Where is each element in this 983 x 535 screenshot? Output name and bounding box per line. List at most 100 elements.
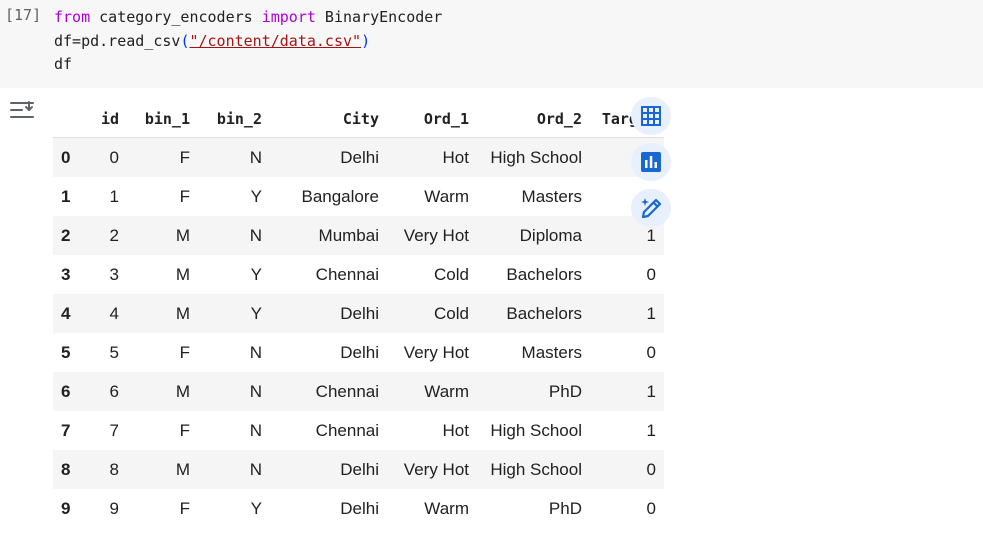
table-row: 6 6 M N Chennai Warm PhD 1 xyxy=(53,372,664,411)
table-row: 2 2 M N Mumbai Very Hot Diploma 1 xyxy=(53,216,664,255)
table-cell: 9 xyxy=(109,498,119,518)
row-index: 9 xyxy=(61,498,71,518)
row-index: 3 xyxy=(61,264,71,284)
table-cell: 0 xyxy=(91,137,125,177)
code-editor[interactable]: from category_encoders import BinaryEnco… xyxy=(54,6,442,77)
table-cell: M xyxy=(175,264,190,284)
table-cell: Masters xyxy=(521,186,582,206)
column-header[interactable]: bin_1 xyxy=(125,101,196,138)
row-index: 1 xyxy=(61,186,71,206)
table-row: 3 3 M Y Chennai Cold Bachelors 0 xyxy=(53,255,664,294)
table-cell: PhD xyxy=(471,372,588,411)
row-index: 6 xyxy=(53,372,91,411)
table-cell: M xyxy=(125,372,196,411)
column-header[interactable]: Ord_2 xyxy=(471,101,588,138)
code-line-1: from category_encoders import BinaryEnco… xyxy=(54,8,442,26)
column-header[interactable]: Ord_1 xyxy=(384,101,471,138)
table-cell: High School xyxy=(490,420,582,440)
table-cell: 1 xyxy=(109,186,119,206)
table-cell: Bachelors xyxy=(506,264,582,284)
table-cell: Warm xyxy=(424,498,469,518)
table-cell: 1 xyxy=(588,372,664,411)
table-cell: 8 xyxy=(91,450,125,489)
table-cell: Delhi xyxy=(340,342,379,362)
call-prefix: df=pd.read_csv xyxy=(54,31,181,50)
table-cell: N xyxy=(196,216,268,255)
table-cell: Y xyxy=(250,186,262,206)
table-cell: Masters xyxy=(521,342,582,362)
table-cell: M xyxy=(125,450,196,489)
magic-edit-icon xyxy=(641,198,662,219)
table-cell: 0 xyxy=(646,264,656,284)
table-cell: N xyxy=(196,372,268,411)
table-cell: Cold xyxy=(384,294,471,333)
table-cell: Y xyxy=(250,498,262,518)
table-row: 9 9 F Y Delhi Warm PhD 0 xyxy=(53,489,664,528)
table-cell: M xyxy=(125,216,196,255)
close-paren: ) xyxy=(361,31,371,50)
column-header[interactable]: bin_2 xyxy=(196,101,268,138)
table-row: 7 7 F N Chennai Hot High School 1 xyxy=(53,411,664,450)
table-cell: 3 xyxy=(109,264,119,284)
table-cell: 0 xyxy=(646,342,656,362)
row-index: 7 xyxy=(61,420,71,440)
table-cell: Cold xyxy=(434,264,469,284)
code-line-2: df=pd.read_csv("/content/data.csv") xyxy=(54,32,370,50)
table-row: 4 4 M Y Delhi Cold Bachelors 1 xyxy=(53,294,664,333)
table-cell: High School xyxy=(471,450,588,489)
table-cell: Delhi xyxy=(268,294,384,333)
row-index: 8 xyxy=(53,450,91,489)
table-cell: N xyxy=(249,342,262,362)
code-cell[interactable]: [17] from category_encoders import Binar… xyxy=(0,0,983,88)
suggest-chart-button[interactable] xyxy=(631,143,671,181)
table-cell: Delhi xyxy=(268,137,384,177)
row-index: 0 xyxy=(53,137,91,177)
table-cell: 1 xyxy=(588,294,664,333)
table-row: 8 8 M N Delhi Very Hot High School 0 xyxy=(53,450,664,489)
column-header[interactable]: id xyxy=(91,101,125,138)
table-cell: High School xyxy=(471,137,588,177)
interactive-table-button[interactable] xyxy=(631,97,671,135)
table-cell: Very Hot xyxy=(384,450,471,489)
table-cell: Diploma xyxy=(471,216,588,255)
table-cell: Very Hot xyxy=(403,342,469,362)
table-cell: Hot xyxy=(384,137,471,177)
table-cell: N xyxy=(196,450,268,489)
table-cell: M xyxy=(125,294,196,333)
row-index: 2 xyxy=(53,216,91,255)
table-cell: F xyxy=(179,342,190,362)
table-cell: Chennai xyxy=(268,372,384,411)
interactive-table-icon xyxy=(641,106,661,126)
table-cell: Warm xyxy=(424,186,469,206)
table-cell: 1 xyxy=(646,420,656,440)
table-cell: Hot xyxy=(442,420,469,440)
table-row: 1 1 F Y Bangalore Warm Masters 1 xyxy=(53,177,664,216)
column-header[interactable]: City xyxy=(268,101,384,138)
table-cell: F xyxy=(179,420,190,440)
import-name: BinaryEncoder xyxy=(315,8,443,26)
table-cell: 2 xyxy=(91,216,125,255)
table-cell: N xyxy=(249,420,262,440)
output-collapse-icon xyxy=(10,101,34,118)
table-header-row: id bin_1 bin_2 City Ord_1 Ord_2 Target xyxy=(53,101,664,138)
row-index: 5 xyxy=(61,342,71,362)
table-cell: 6 xyxy=(91,372,125,411)
magic-edit-button[interactable] xyxy=(631,189,671,227)
table-cell: Chennai xyxy=(315,420,379,440)
table-cell: F xyxy=(179,186,190,206)
row-index: 4 xyxy=(53,294,91,333)
table-row: 5 5 F N Delhi Very Hot Masters 0 xyxy=(53,333,664,372)
table-cell: 4 xyxy=(91,294,125,333)
table-cell: 7 xyxy=(109,420,119,440)
code-line-3: df xyxy=(54,55,73,73)
table-row: 0 0 F N Delhi Hot High School 0 xyxy=(53,137,664,177)
table-cell: F xyxy=(125,137,196,177)
table-cell: F xyxy=(179,498,190,518)
module-name: category_encoders xyxy=(90,8,262,26)
output-collapse-button[interactable] xyxy=(8,98,36,122)
keyword-from: from xyxy=(54,8,91,26)
dataframe-table: id bin_1 bin_2 City Ord_1 Ord_2 Target 0… xyxy=(53,101,664,528)
table-cell: Delhi xyxy=(268,450,384,489)
table-cell: Y xyxy=(250,264,262,284)
table-cell: Bangalore xyxy=(301,186,379,206)
